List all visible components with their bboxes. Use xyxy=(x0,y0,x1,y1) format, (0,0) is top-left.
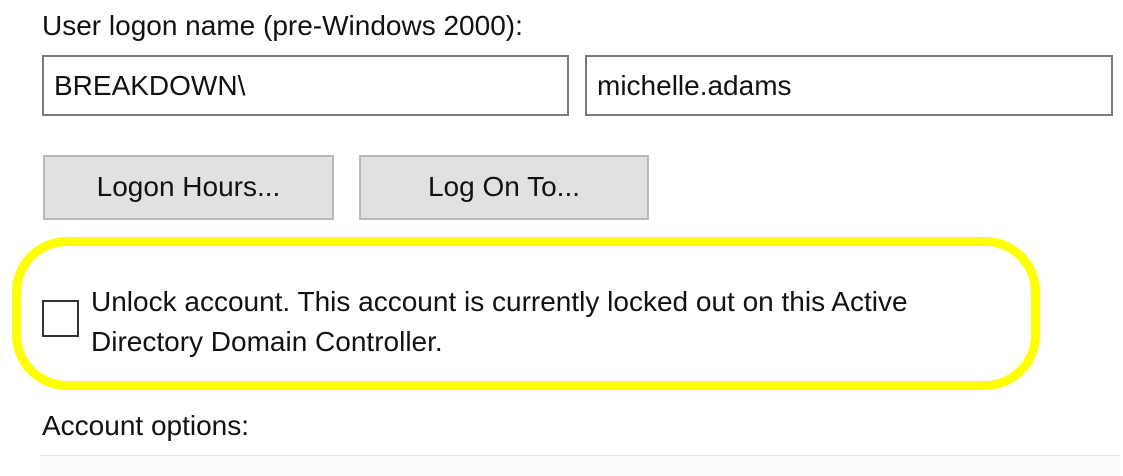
account-options-list[interactable] xyxy=(40,455,1120,476)
account-options-label: Account options: xyxy=(42,410,250,441)
username-field[interactable]: michelle.adams xyxy=(585,55,1113,116)
domain-field[interactable]: BREAKDOWN\ xyxy=(42,55,569,116)
logon-name-label: User logon name (pre-Windows 2000): xyxy=(42,10,523,41)
logon-hours-button[interactable]: Logon Hours... xyxy=(43,155,334,220)
unlock-account-line1: Unlock account. This account is currentl… xyxy=(91,286,908,317)
unlock-account-checkbox[interactable] xyxy=(42,300,79,337)
log-on-to-button[interactable]: Log On To... xyxy=(359,155,649,220)
unlock-account-line2: Directory Domain Controller. xyxy=(91,326,443,357)
unlock-account-label[interactable]: Unlock account. This account is currentl… xyxy=(91,282,1031,362)
